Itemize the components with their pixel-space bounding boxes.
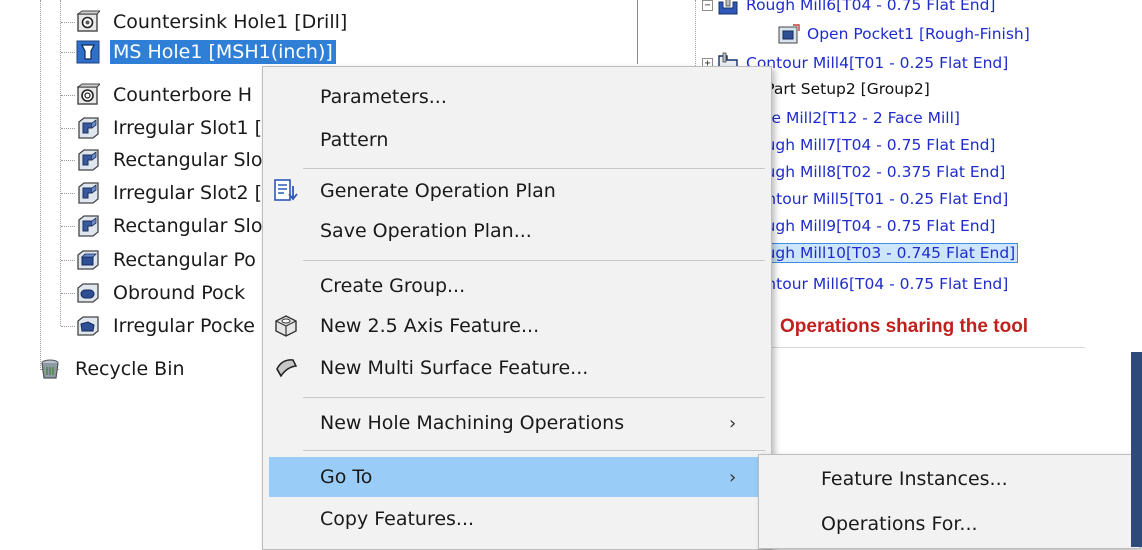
context-menu: Parameters... Pattern Generate Operation… bbox=[262, 66, 772, 550]
tree-item-label: Recycle Bin bbox=[75, 358, 185, 380]
tree-item-label: MS Hole1 [MSH1(inch)] bbox=[110, 40, 336, 64]
menu-item-label: Copy Features... bbox=[320, 508, 475, 530]
counterbore-hole-icon bbox=[76, 83, 100, 105]
menu-item-label: New Hole Machining Operations bbox=[320, 412, 625, 434]
menu-separator bbox=[303, 168, 765, 169]
menu-item-new-2-5-axis-feature[interactable]: New 2.5 Axis Feature... bbox=[263, 306, 771, 346]
ms-hole-icon bbox=[76, 40, 100, 64]
submenu-arrow-icon: › bbox=[729, 412, 737, 434]
tree-item-rectangular-slot1[interactable]: Rectangular Slo bbox=[76, 145, 265, 175]
menu-separator bbox=[303, 450, 765, 451]
irregular-slot-icon bbox=[78, 182, 99, 204]
op-open-pocket1[interactable]: Open Pocket1 [Rough-Finish] bbox=[778, 22, 1032, 46]
op-label: Rough Mill7[T04 - 0.75 Flat End] bbox=[746, 136, 996, 154]
menu-item-new-hole-machining-operations[interactable]: New Hole Machining Operations › bbox=[263, 403, 771, 443]
operation-plan-icon bbox=[274, 179, 298, 201]
op-label: Contour Mill4[T01 - 0.25 Flat End] bbox=[746, 54, 1009, 72]
tree-item-rectangular-slot2[interactable]: Rectangular Slo bbox=[76, 211, 265, 241]
tree-item-label: Countersink Hole1 [Drill] bbox=[113, 11, 348, 33]
tree-item-label: Rectangular Slo bbox=[113, 215, 263, 237]
op-label: Open Pocket1 [Rough-Finish] bbox=[807, 25, 1030, 43]
tree-item-label: Irregular Pocke bbox=[113, 315, 255, 337]
submenu-item-feature-instances[interactable]: Feature Instances... bbox=[759, 459, 1139, 499]
op-label: Face Mill2[T12 - 2 Face Mill] bbox=[746, 109, 960, 127]
collapse-toggle[interactable]: − bbox=[702, 0, 713, 11]
tree-item-irregular-pocket[interactable]: Irregular Pocke bbox=[76, 311, 258, 341]
tree-item-label: Counterbore H bbox=[113, 84, 253, 106]
rectangular-slot-icon bbox=[78, 149, 99, 171]
irregular-pocket-icon bbox=[77, 316, 99, 336]
op-label: Contour Mill6[T04 - 0.75 Flat End] bbox=[746, 275, 1009, 293]
tree-item-label: Obround Pock bbox=[113, 282, 246, 304]
tree-item-ms-hole1[interactable]: MS Hole1 [MSH1(inch)] bbox=[76, 37, 336, 67]
submenu-item-label: Feature Instances... bbox=[821, 468, 1008, 490]
menu-separator bbox=[303, 397, 765, 398]
tree-panel-border bbox=[637, 0, 638, 64]
rectangular-slot-icon bbox=[78, 215, 99, 237]
menu-item-generate-operation-plan[interactable]: Generate Operation Plan bbox=[263, 171, 771, 211]
tree-item-label: Irregular Slot2 [ bbox=[113, 182, 262, 204]
menu-item-label: Create Group... bbox=[320, 275, 466, 297]
op-rough-mill6[interactable]: − Rough Mill6[T04 - 0.75 Flat End] bbox=[702, 0, 997, 17]
tree-item-irregular-slot1[interactable]: Irregular Slot1 [ bbox=[76, 113, 265, 143]
submenu-item-operations-for[interactable]: Operations For... bbox=[759, 504, 1139, 544]
op-label: Rough Mill10[T03 - 0.745 Flat End] bbox=[742, 243, 1019, 263]
menu-item-label: New 2.5 Axis Feature... bbox=[320, 315, 540, 337]
axis-feature-icon bbox=[275, 315, 297, 337]
menu-item-copy-features[interactable]: Copy Features... bbox=[263, 499, 771, 539]
tree-item-label: Rectangular Slo bbox=[113, 149, 263, 171]
operations-caption: Operations sharing the tool bbox=[780, 316, 1029, 337]
menu-item-pattern[interactable]: Pattern bbox=[263, 120, 771, 160]
tree-item-label: Irregular Slot1 [ bbox=[113, 117, 262, 139]
obround-pocket-icon bbox=[77, 283, 99, 303]
tree-item-irregular-slot2[interactable]: Irregular Slot2 [ bbox=[76, 178, 265, 208]
tree-item-obround-pocket[interactable]: Obround Pock bbox=[76, 278, 248, 308]
menu-item-new-multi-surface-feature[interactable]: New Multi Surface Feature... bbox=[263, 348, 771, 388]
menu-item-label: Pattern bbox=[320, 129, 389, 151]
irregular-slot-icon bbox=[78, 117, 99, 139]
multi-surface-icon bbox=[276, 359, 298, 378]
menu-item-label: New Multi Surface Feature... bbox=[320, 357, 589, 379]
op-label: Rough Mill8[T02 - 0.375 Flat End] bbox=[746, 163, 1006, 181]
op-label: Contour Mill5[T01 - 0.25 Flat End] bbox=[746, 190, 1009, 208]
tree-item-label: Rectangular Po bbox=[113, 249, 256, 271]
tree-item-countersink-hole1[interactable]: Countersink Hole1 [Drill] bbox=[76, 7, 350, 37]
op-label: Rough Mill6[T04 - 0.75 Flat End] bbox=[746, 0, 996, 14]
menu-item-create-group[interactable]: Create Group... bbox=[263, 266, 771, 306]
menu-item-go-to[interactable]: Go To › bbox=[269, 457, 765, 497]
submenu-arrow-icon: › bbox=[729, 466, 737, 488]
rough-mill-icon bbox=[718, 0, 738, 15]
menu-item-label: Go To bbox=[320, 466, 373, 488]
go-to-submenu: Feature Instances... Operations For... bbox=[758, 454, 1140, 549]
tree-connector bbox=[60, 0, 61, 326]
menu-item-parameters[interactable]: Parameters... bbox=[263, 77, 771, 117]
menu-item-label: Parameters... bbox=[320, 86, 447, 108]
tree-connector bbox=[40, 0, 41, 370]
menu-item-save-operation-plan[interactable]: Save Operation Plan... bbox=[263, 211, 771, 251]
tree-item-counterbore-hole[interactable]: Counterbore H bbox=[76, 80, 255, 110]
countersink-hole-icon bbox=[76, 10, 100, 32]
op-label: Rough Mill9[T04 - 0.75 Flat End] bbox=[746, 217, 996, 235]
menu-item-label: Generate Operation Plan bbox=[320, 180, 556, 202]
background-panel-edge bbox=[1131, 352, 1142, 547]
menu-separator bbox=[303, 260, 765, 261]
menu-item-label: Save Operation Plan... bbox=[320, 220, 532, 242]
rectangular-pocket-icon bbox=[77, 250, 99, 270]
tree-item-recycle-bin[interactable]: Recycle Bin bbox=[38, 354, 188, 384]
recycle-bin-icon bbox=[41, 359, 59, 379]
submenu-item-label: Operations For... bbox=[821, 513, 978, 535]
open-pocket-icon bbox=[778, 24, 800, 44]
tree-item-rectangular-pocket[interactable]: Rectangular Po bbox=[76, 245, 259, 275]
